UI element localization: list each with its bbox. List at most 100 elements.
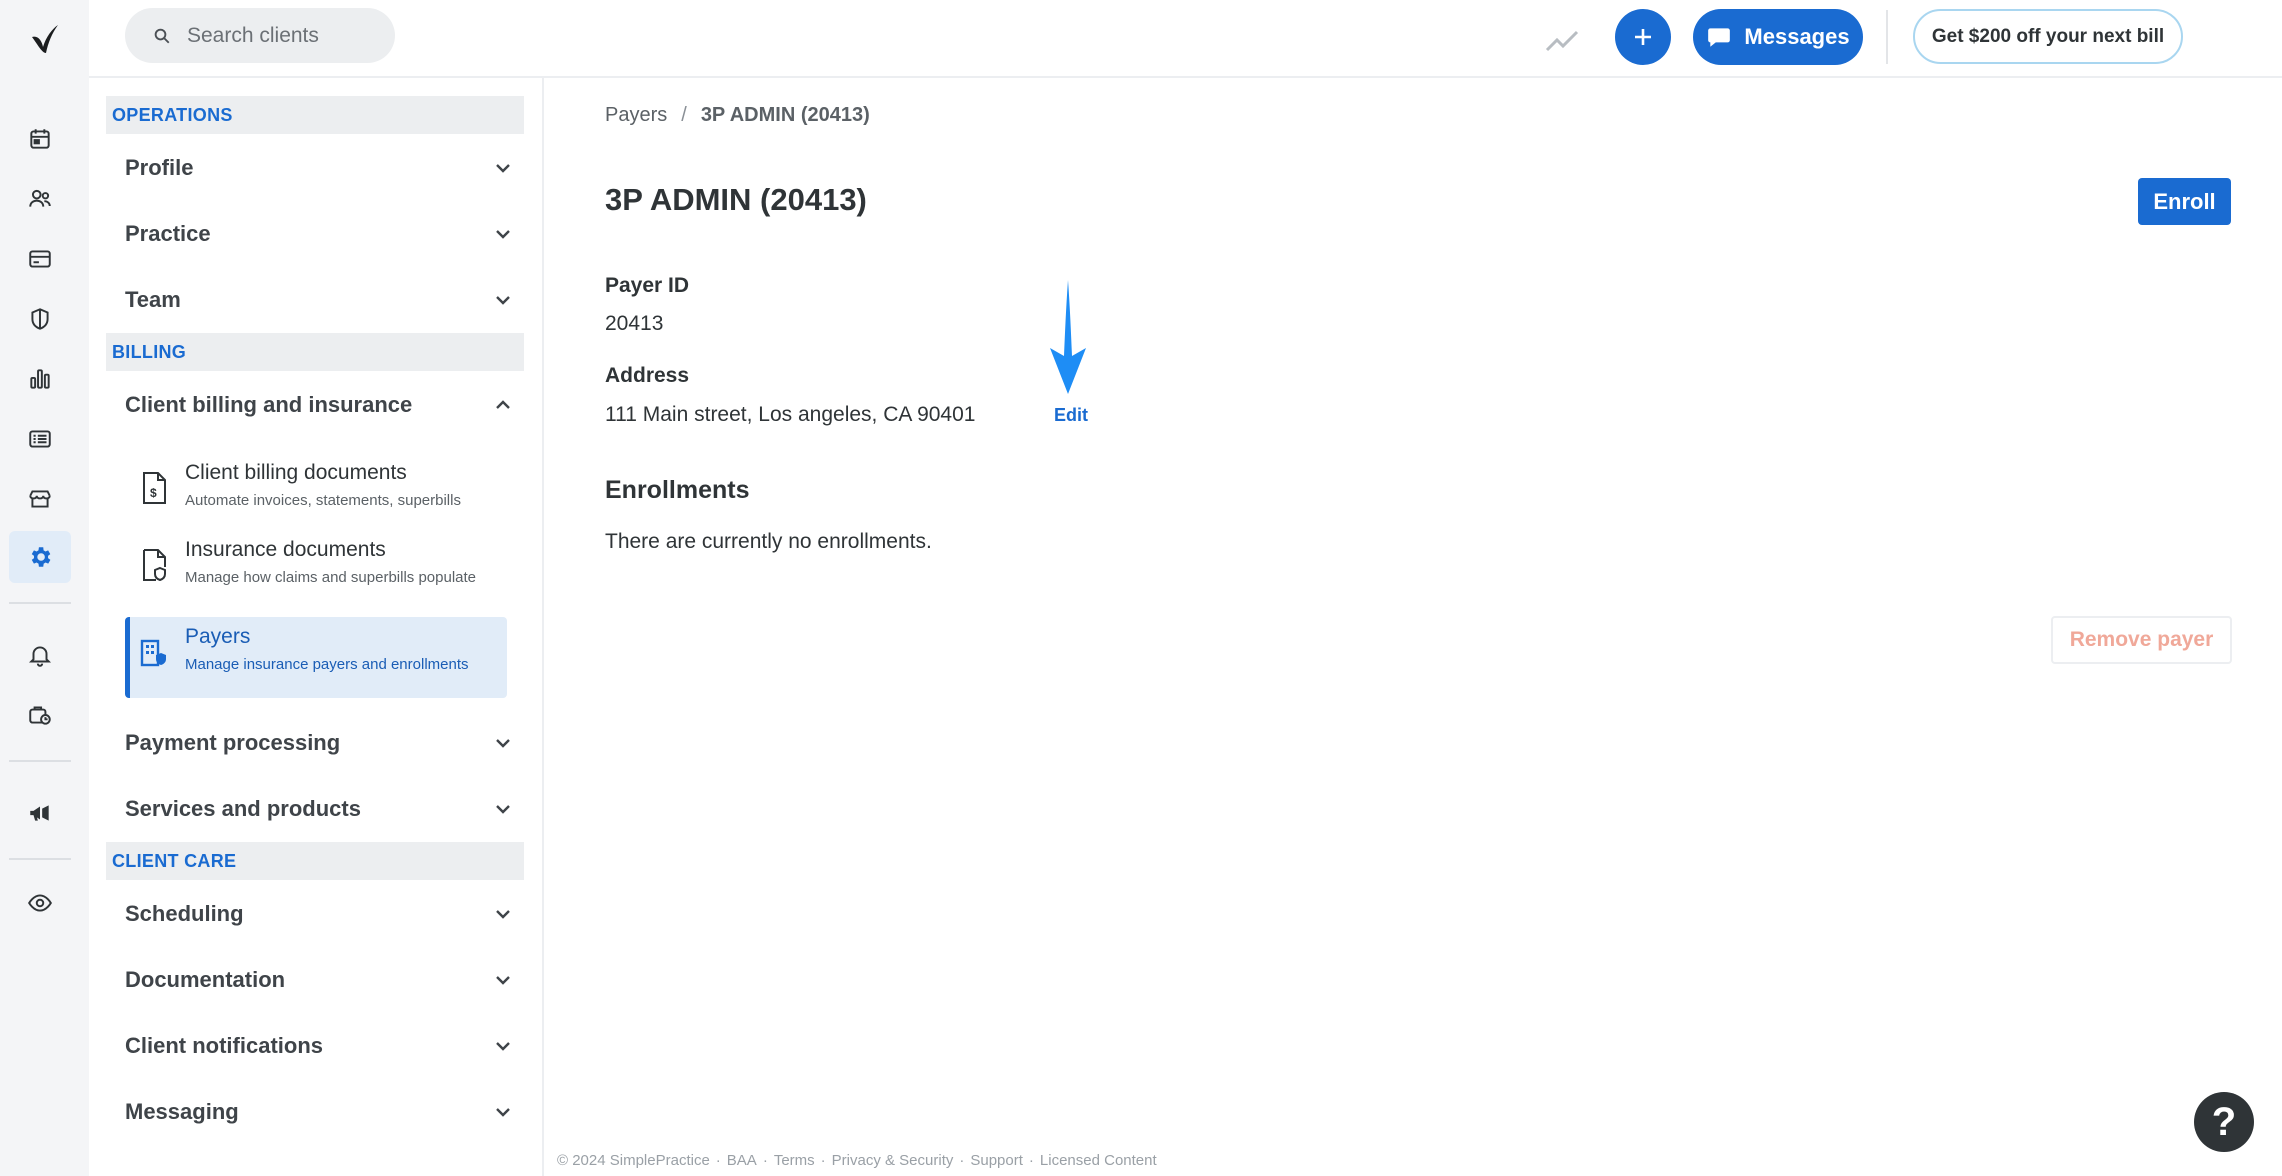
insurance-document-icon: [143, 549, 166, 582]
rail-divider: [9, 602, 71, 604]
edit-address-link[interactable]: Edit: [1054, 405, 1088, 426]
rail-divider: [9, 760, 71, 762]
nav-label: Payment processing: [125, 730, 341, 755]
nav-label: Team: [125, 287, 181, 312]
topbar-divider: [1886, 10, 1888, 64]
calendar-nav[interactable]: [9, 113, 71, 165]
sub-item-client-billing-documents[interactable]: $ Client billing documents Automate invo…: [125, 453, 507, 525]
section-header-billing: BILLING: [106, 333, 524, 371]
footer-link-baa[interactable]: BAA: [727, 1152, 757, 1169]
footer-dot: ·: [1028, 1152, 1034, 1169]
nav-client-notifications[interactable]: Client notifications: [125, 1018, 517, 1074]
rail-divider: [9, 858, 71, 860]
svg-text:$: $: [150, 486, 157, 500]
annotation-arrow-icon: [1050, 280, 1086, 394]
nav-scheduling[interactable]: Scheduling: [125, 886, 517, 942]
payer-building-icon: [140, 639, 166, 667]
eye-icon: [28, 894, 52, 912]
nav-label: Client notifications: [125, 1033, 323, 1058]
referral-promo-button[interactable]: Get $200 off your next bill: [1913, 9, 2183, 64]
marketplace-icon: [29, 490, 51, 508]
nav-label: Services and products: [125, 796, 361, 821]
breadcrumb-current: 3P ADMIN (20413): [700, 104, 870, 126]
insurance-nav[interactable]: [9, 293, 71, 345]
top-bar: Messages Get $200 off your next bill: [89, 0, 2282, 78]
enrollments-heading: Enrollments: [605, 476, 750, 504]
footer-link-support[interactable]: Support: [970, 1152, 1023, 1169]
chevron-down-icon: [496, 230, 510, 239]
billing-nav[interactable]: [9, 233, 71, 285]
settings-gear-icon: [31, 547, 51, 567]
insurance-shield-icon: [31, 308, 49, 330]
sub-item-payers[interactable]: Payers Manage insurance payers and enrol…: [125, 617, 507, 698]
clients-icon: [29, 189, 51, 207]
section-header-client-care: CLIENT CARE: [106, 842, 524, 880]
activity-list-icon: [29, 430, 51, 448]
marketplace-nav[interactable]: [9, 473, 71, 525]
address-label: Address: [605, 364, 690, 387]
enrollments-empty-text: There are currently no enrollments.: [605, 530, 932, 553]
reminders-nav[interactable]: [9, 689, 71, 741]
reminders-icon: [29, 706, 51, 725]
simplepractice-logo-icon[interactable]: [24, 19, 64, 59]
chevron-up-icon: [496, 400, 510, 409]
settings-nav[interactable]: [9, 531, 71, 583]
announcements-icon: [30, 805, 49, 821]
calendar-icon: [30, 129, 50, 149]
search-input[interactable]: [187, 23, 387, 48]
chevron-down-icon: [496, 1108, 510, 1117]
footer-link-privacy[interactable]: Privacy & Security: [832, 1152, 954, 1169]
nav-label: Documentation: [125, 967, 286, 992]
analytics-nav[interactable]: [9, 353, 71, 405]
nav-client-billing-insurance[interactable]: Client billing and insurance: [125, 377, 517, 433]
chevron-down-icon: [496, 976, 510, 985]
sub-item-title: Payers: [185, 625, 251, 648]
remove-payer-button[interactable]: Remove payer: [2051, 616, 2232, 664]
enroll-button[interactable]: Enroll: [2138, 178, 2231, 225]
sub-item-insurance-documents[interactable]: Insurance documents Manage how claims an…: [125, 530, 507, 610]
nav-services-products[interactable]: Services and products: [125, 781, 517, 837]
nav-label: Scheduling: [125, 901, 244, 926]
nav-label: Client billing and insurance: [125, 392, 413, 417]
footer-dot: ·: [762, 1152, 768, 1169]
footer-link-licensed[interactable]: Licensed Content: [1040, 1152, 1157, 1169]
breadcrumb-payers-link[interactable]: Payers: [605, 104, 667, 127]
analytics-icon: [30, 369, 50, 389]
sub-item-title: Client billing documents: [185, 461, 407, 484]
footer-dot: ·: [715, 1152, 721, 1169]
notifications-nav[interactable]: [9, 629, 71, 681]
activity-nav[interactable]: [9, 413, 71, 465]
chevron-down-icon: [496, 164, 510, 173]
footer-link-terms[interactable]: Terms: [774, 1152, 815, 1169]
trend-icon[interactable]: [1544, 20, 1580, 56]
nav-messaging[interactable]: Messaging: [125, 1084, 517, 1140]
announcements-nav[interactable]: [9, 787, 71, 839]
chevron-down-icon: [496, 296, 510, 305]
app-root: Messages Get $200 off your next bill OPE…: [0, 0, 2282, 1176]
nav-profile[interactable]: Profile: [125, 140, 517, 196]
chevron-down-icon: [496, 1042, 510, 1051]
visibility-nav[interactable]: [9, 877, 71, 929]
nav-payment-processing[interactable]: Payment processing: [125, 715, 517, 771]
sub-item-description: Automate invoices, statements, superbill…: [185, 492, 461, 509]
nav-label: Practice: [125, 221, 211, 246]
chevron-down-icon: [496, 739, 510, 748]
sub-item-description: Manage insurance payers and enrollments: [185, 656, 469, 673]
footer-copyright: © 2024 SimplePractice: [557, 1152, 710, 1169]
payer-detail-main: Payers / 3P ADMIN (20413) 3P ADMIN (2041…: [546, 78, 2282, 1176]
settings-sidebar: OPERATIONS Profile Practice Team BILLING…: [89, 78, 544, 1176]
notifications-bell-icon: [28, 646, 52, 667]
nav-label: Profile: [125, 155, 194, 180]
payer-id-value: 20413: [605, 312, 664, 335]
help-button[interactable]: ?: [2194, 1092, 2254, 1152]
client-search[interactable]: [125, 8, 395, 63]
nav-documentation[interactable]: Documentation: [125, 952, 517, 1008]
section-header-operations: OPERATIONS: [106, 96, 524, 134]
create-new-button[interactable]: [1615, 9, 1671, 65]
nav-practice[interactable]: Practice: [125, 206, 517, 262]
nav-team[interactable]: Team: [125, 272, 517, 328]
clients-nav[interactable]: [9, 173, 71, 225]
messages-button[interactable]: Messages: [1693, 9, 1863, 65]
footer-dot: ·: [959, 1152, 965, 1169]
chat-bubble-icon: [1708, 28, 1731, 47]
